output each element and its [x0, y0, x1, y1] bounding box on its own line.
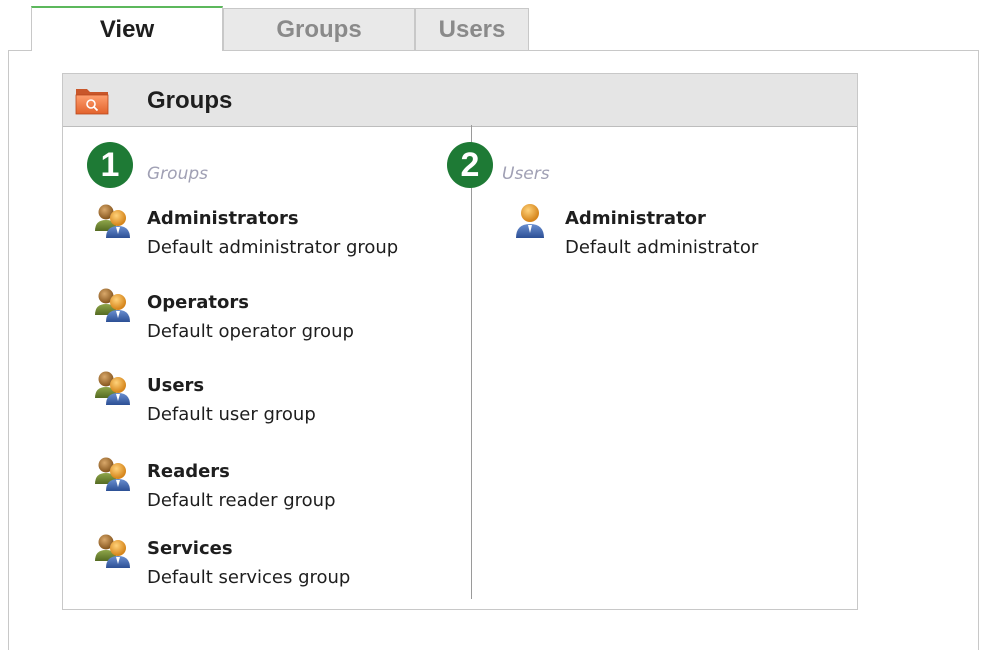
group-name: Readers	[147, 461, 230, 482]
user-group-icon	[94, 456, 134, 492]
tab-groups[interactable]: Groups	[223, 8, 415, 50]
panel-header: Groups	[63, 74, 857, 127]
step-badge-2: 2	[447, 142, 493, 188]
user-description: Default administrator	[565, 237, 759, 258]
user-icon	[512, 203, 552, 239]
user-group-icon	[94, 533, 134, 569]
user-group-icon	[94, 203, 134, 239]
group-description: Default user group	[147, 404, 316, 425]
group-description: Default reader group	[147, 490, 336, 511]
groups-section-label: Groups	[147, 164, 208, 184]
panel-title: Groups	[147, 87, 233, 114]
group-name: Services	[147, 538, 233, 559]
user-name: Administrator	[565, 208, 706, 229]
group-name: Administrators	[147, 208, 299, 229]
group-name: Operators	[147, 292, 249, 313]
user-group-icon	[94, 370, 134, 406]
step-badge-1: 1	[87, 142, 133, 188]
tab-bar: Groups Users View	[0, 0, 981, 52]
users-section-label: Users	[502, 164, 550, 184]
group-name: Users	[147, 375, 205, 396]
user-group-icon	[94, 287, 134, 323]
tab-users[interactable]: Users	[415, 8, 529, 50]
column-divider	[471, 125, 472, 599]
folder-search-icon	[75, 89, 109, 115]
group-description: Default services group	[147, 567, 351, 588]
group-description: Default operator group	[147, 321, 354, 342]
group-description: Default administrator group	[147, 237, 399, 258]
tab-view[interactable]: View	[31, 6, 223, 51]
